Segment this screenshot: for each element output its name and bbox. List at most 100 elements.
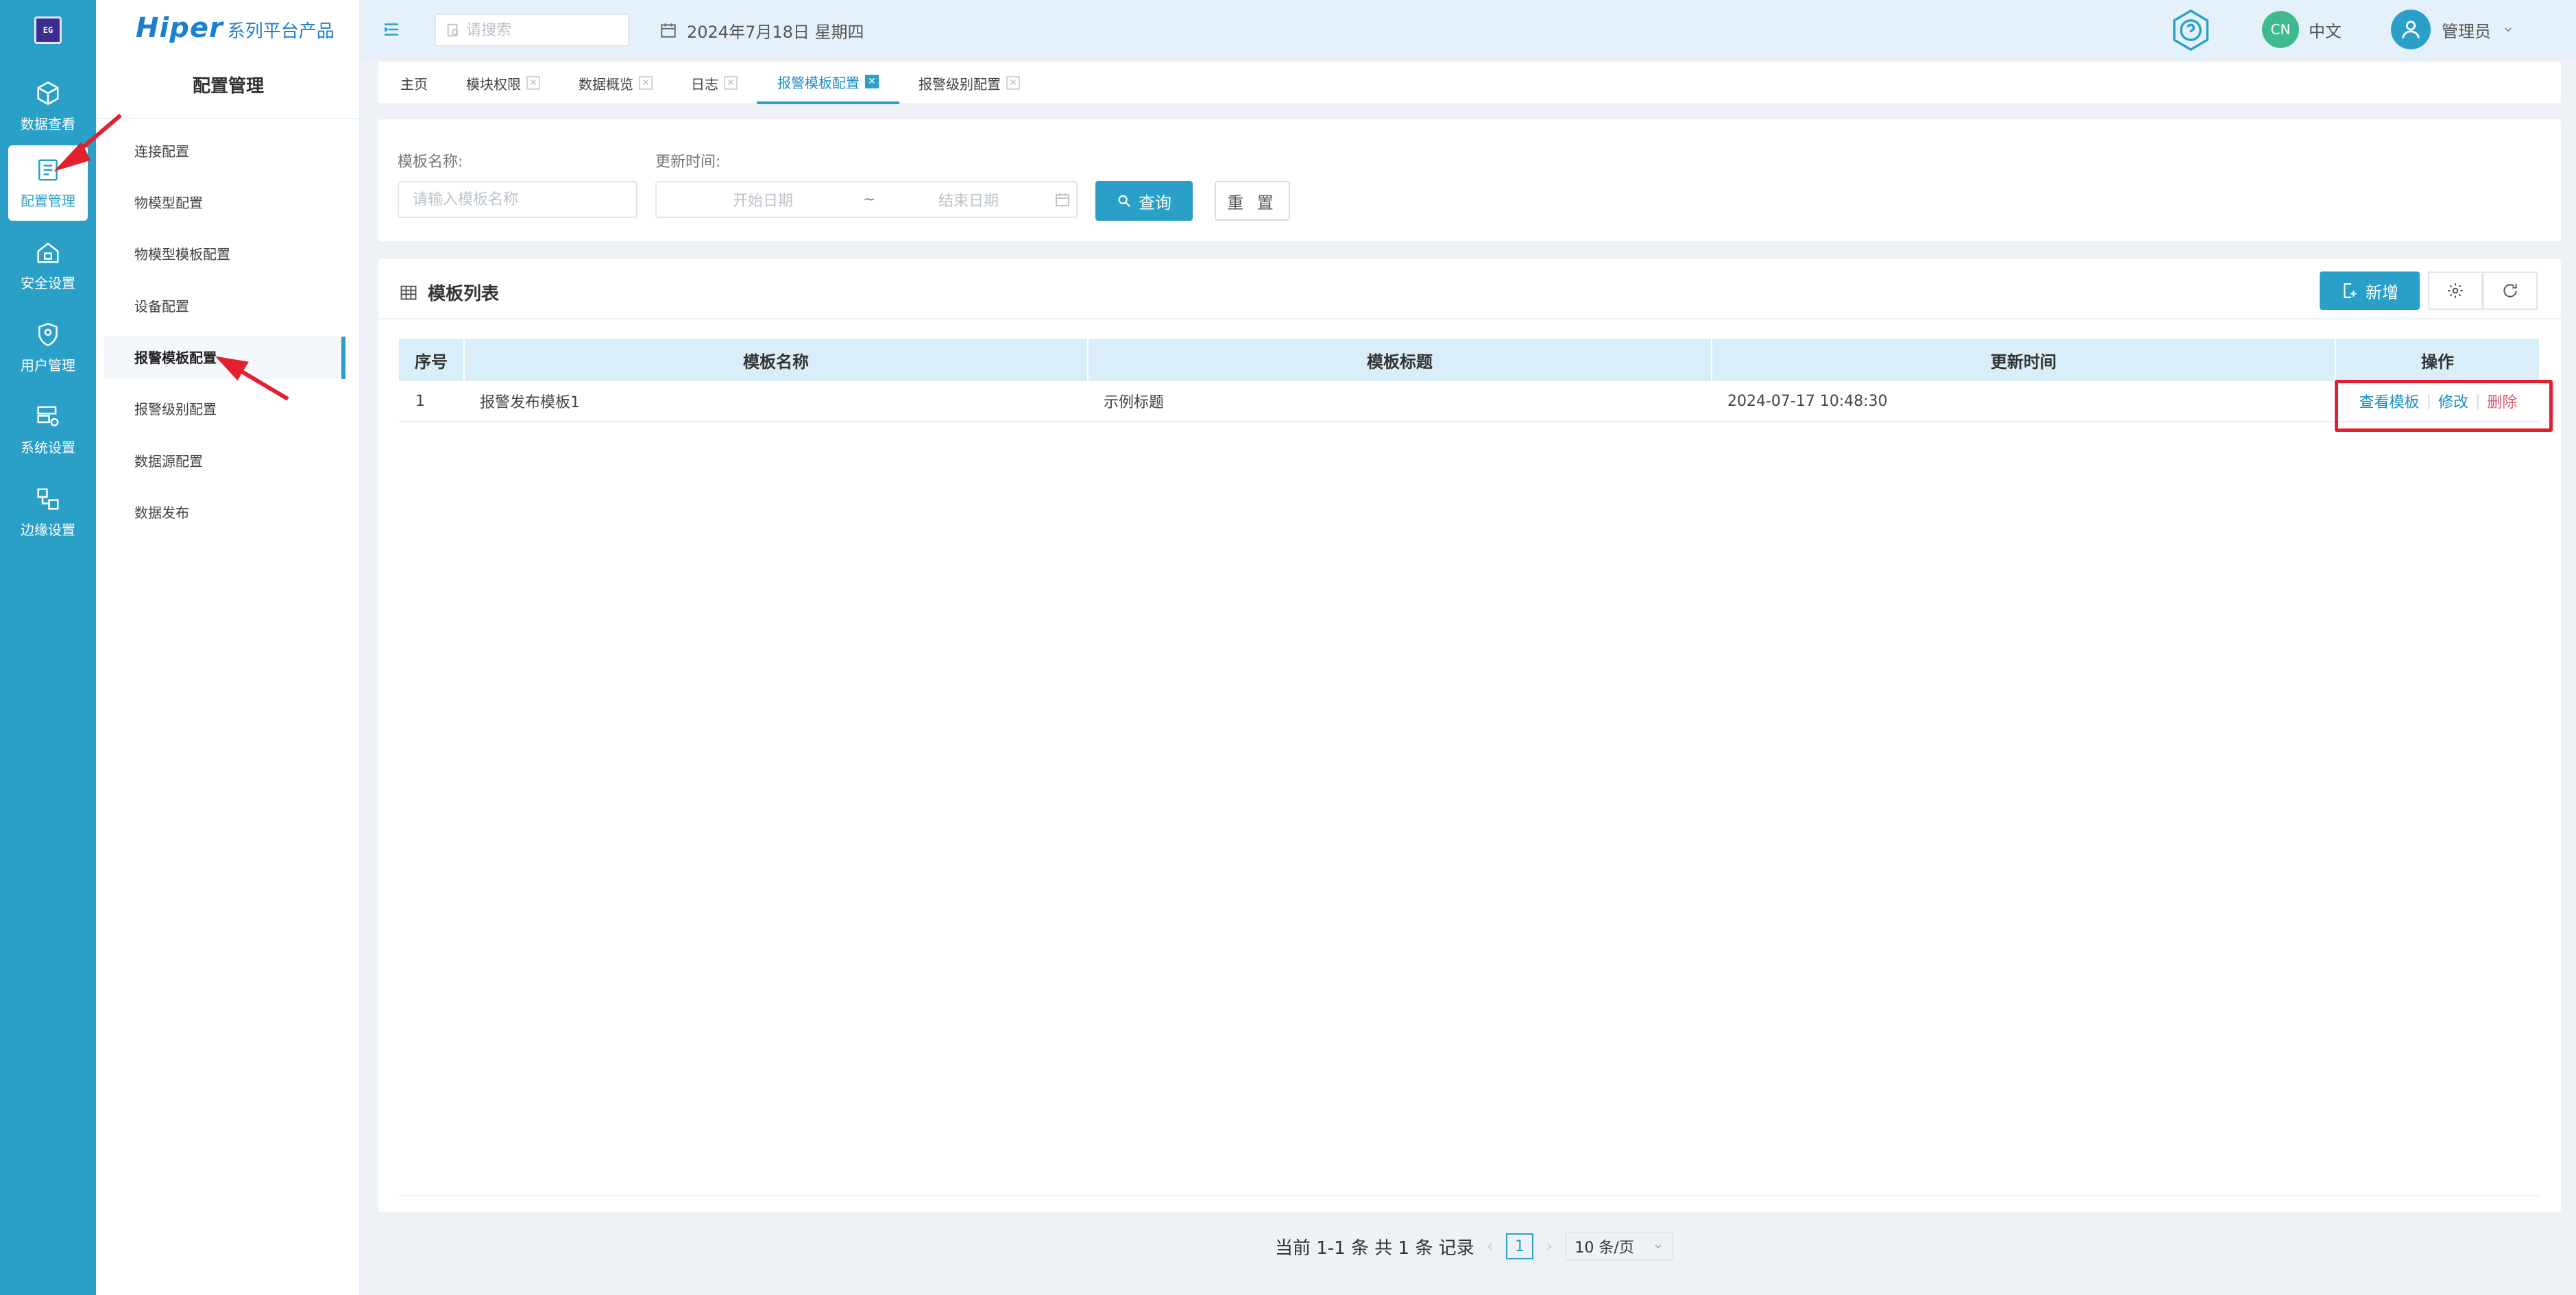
tab-label: 报警级别配置 — [919, 75, 1001, 93]
tab-label: 报警模板配置 — [777, 74, 860, 91]
rail-item-label: 系统设置 — [21, 439, 75, 456]
user-name: 管理员 — [2442, 21, 2491, 41]
page-tabs: 主页 模块权限 ✕ 数据概览 ✕ 日志 ✕ 报警模板配置 ✕ 报警级别配置 ✕ — [378, 62, 2561, 104]
brand-sub: 系列平台产品 — [227, 21, 335, 42]
column-settings-button[interactable] — [2428, 271, 2483, 310]
template-list-panel: 模板列表 新增 序号 模板名称 模板标题 更新时间 操作 1 报警发布模板1 示… — [378, 259, 2561, 1212]
chevron-down-icon — [1655, 1244, 1662, 1248]
close-icon[interactable]: ✕ — [639, 76, 653, 90]
template-name-input[interactable] — [398, 181, 637, 218]
divider: | — [2475, 392, 2481, 410]
add-button[interactable]: 新增 — [2320, 271, 2420, 310]
rail-item-data-view[interactable]: 数据查看 — [8, 69, 88, 144]
close-icon[interactable]: ✕ — [865, 75, 879, 88]
lang-label: 中文 — [2309, 21, 2342, 41]
list-header: 模板列表 — [399, 280, 499, 305]
help-icon[interactable] — [2167, 7, 2214, 53]
next-page-icon[interactable]: › — [1546, 1236, 1553, 1257]
tab-label: 主页 — [400, 75, 428, 93]
sidebar-item-data-publish[interactable]: 数据发布 — [104, 492, 345, 534]
avatar — [2391, 10, 2431, 49]
sidebar-item-device[interactable]: 设备配置 — [104, 285, 345, 328]
edge-icon — [37, 487, 59, 510]
cell-actions: 查看模板 | 修改 | 删除 — [2336, 381, 2540, 421]
cell-index: 1 — [415, 392, 425, 410]
prev-page-icon[interactable]: ‹ — [1487, 1236, 1494, 1257]
menu-toggle-icon[interactable] — [381, 19, 402, 40]
rail-item-label: 安全设置 — [21, 274, 75, 291]
cell-updated: 2024-07-17 10:48:30 — [1727, 392, 1888, 410]
sidebar-item-thing-model-template[interactable]: 物模型模板配置 — [104, 233, 345, 276]
sidebar-item-thing-model[interactable]: 物模型配置 — [104, 182, 345, 224]
tab-home[interactable]: 主页 — [400, 62, 428, 104]
close-icon[interactable]: ✕ — [724, 76, 738, 90]
rail-item-edge[interactable]: 边缘设置 — [8, 474, 88, 550]
edit-link[interactable]: 修改 — [2438, 390, 2468, 412]
cube-icon — [37, 81, 59, 105]
start-date-field[interactable]: 开始日期 — [670, 189, 855, 210]
search-input[interactable] — [466, 21, 617, 39]
tab-label: 模块权限 — [466, 75, 521, 93]
refresh-icon — [2503, 284, 2517, 298]
sidebar-item-connection[interactable]: 连接配置 — [104, 130, 345, 173]
query-label: 查询 — [1139, 193, 1171, 213]
query-button[interactable]: 查询 — [1095, 181, 1193, 221]
tab-alarm-level[interactable]: 报警级别配置 ✕ — [919, 62, 1020, 104]
brand-main: Hiper — [136, 12, 223, 44]
close-icon[interactable]: ✕ — [1006, 76, 1020, 90]
pagination: 当前 1-1 条 共 1 条 记录 ‹ 1 › 10 条/页 — [1275, 1232, 1674, 1261]
search-icon — [1118, 195, 1131, 208]
rail-item-system[interactable]: 系统设置 — [8, 392, 88, 468]
view-template-link[interactable]: 查看模板 — [2359, 390, 2420, 412]
add-label: 新增 — [2366, 282, 2398, 302]
table-row: 1 报警发布模板1 示例标题 2024-07-17 10:48:30 查看模板 … — [399, 381, 2540, 422]
rail-item-label: 配置管理 — [21, 192, 75, 209]
delete-link[interactable]: 删除 — [2487, 390, 2517, 412]
end-date-field[interactable]: 结束日期 — [883, 189, 1054, 210]
rail-item-security[interactable]: 安全设置 — [8, 228, 88, 303]
tab-label: 日志 — [691, 75, 718, 93]
config-icon — [38, 158, 58, 181]
col-header-index: 序号 — [399, 339, 465, 381]
col-header-name: 模板名称 — [465, 339, 1089, 381]
date-range-picker[interactable]: 开始日期 ~ 结束日期 — [655, 181, 1078, 218]
tab-data-overview[interactable]: 数据概览 ✕ — [579, 62, 653, 104]
rail-item-config[interactable]: 配置管理 — [8, 145, 88, 221]
refresh-button[interactable] — [2483, 271, 2538, 310]
update-time-label: 更新时间: — [655, 154, 721, 171]
page-size-select[interactable]: 10 条/页 — [1565, 1232, 1674, 1261]
tab-label: 数据概览 — [579, 75, 633, 93]
filter-panel: 模板名称: 更新时间: 开始日期 ~ 结束日期 查询 重 置 — [378, 119, 2561, 241]
language-switch[interactable]: CN 中文 — [2262, 11, 2342, 48]
rail-item-label: 数据查看 — [21, 115, 75, 132]
range-separator: ~ — [862, 191, 876, 208]
brand-logo: Hiper 系列平台产品 — [136, 12, 335, 47]
tab-log[interactable]: 日志 ✕ — [691, 62, 738, 104]
sidebar-item-alarm-level[interactable]: 报警级别配置 — [104, 388, 345, 431]
cell-name: 报警发布模板1 — [480, 394, 580, 411]
icon-rail: EG 数据查看 配置管理 安全设置 用户管理 系统设置 边缘设置 — [0, 0, 96, 1295]
search-doc-icon — [447, 23, 459, 37]
sidebar-item-alarm-template[interactable]: 报警模板配置 — [104, 337, 345, 379]
user-menu[interactable]: 管理员 — [2391, 10, 2514, 49]
tab-alarm-template[interactable]: 报警模板配置 ✕ — [757, 62, 899, 104]
table-icon — [400, 285, 417, 300]
calendar-icon — [661, 23, 676, 38]
sidebar-item-datasource[interactable]: 数据源配置 — [104, 440, 345, 483]
template-name-label: 模板名称: — [398, 154, 463, 171]
sidebar-title: 配置管理 — [192, 76, 264, 97]
chevron-down-icon — [2504, 27, 2512, 32]
page-number[interactable]: 1 — [1506, 1233, 1534, 1259]
close-icon[interactable]: ✕ — [526, 76, 540, 90]
rail-item-users[interactable]: 用户管理 — [8, 310, 88, 385]
search-box[interactable] — [435, 14, 629, 47]
home-lock-icon — [37, 242, 59, 263]
col-header-title: 模板标题 — [1089, 339, 1712, 381]
reset-button[interactable]: 重 置 — [1215, 181, 1290, 221]
user-icon — [2402, 21, 2420, 38]
gear-icon — [2448, 283, 2463, 298]
divider — [399, 1195, 2540, 1196]
shield-user-icon — [38, 322, 58, 346]
lang-badge: CN — [2262, 11, 2299, 48]
tab-module-permission[interactable]: 模块权限 ✕ — [466, 62, 540, 104]
